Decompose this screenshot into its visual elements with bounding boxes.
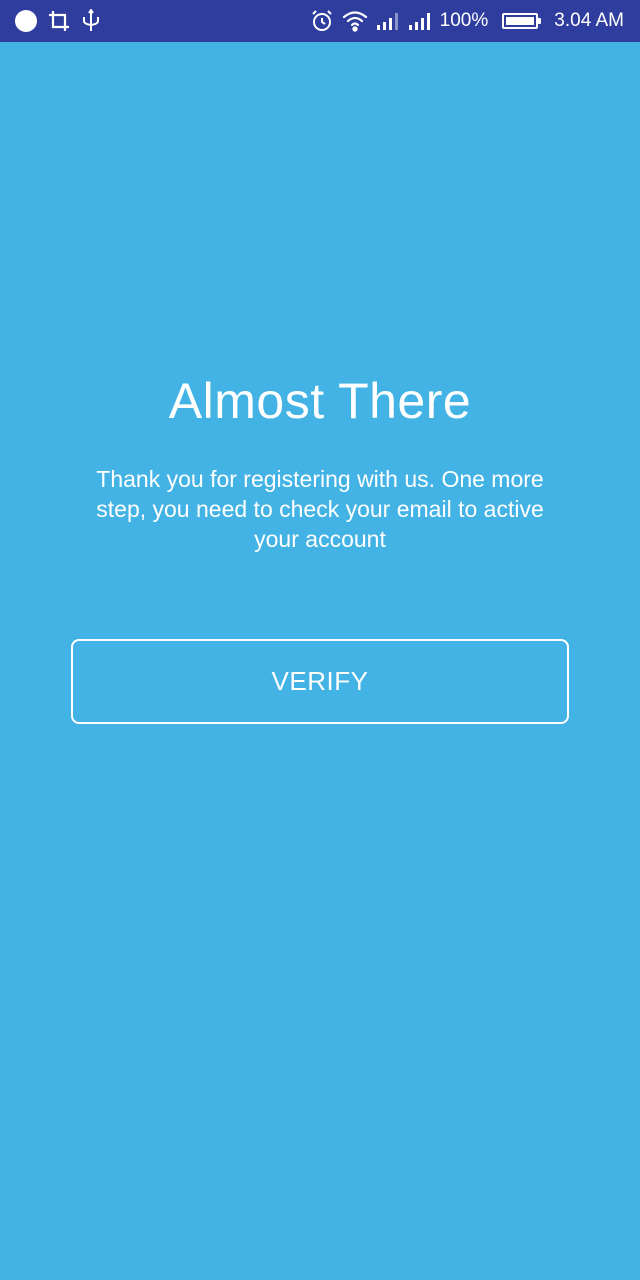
- registration-message: Thank you for registering with us. One m…: [96, 466, 544, 552]
- alarm-icon: [310, 9, 334, 33]
- signal-icon: [408, 11, 432, 31]
- verify-button[interactable]: VERIFY: [71, 639, 569, 724]
- usb-icon: [80, 9, 102, 33]
- record-dot-icon: [14, 9, 38, 33]
- signal-icon: [376, 11, 400, 31]
- page-title: Almost There: [168, 373, 472, 429]
- battery-fill: [506, 17, 535, 25]
- status-right-icons: 100% 3.04 AM: [310, 0, 624, 42]
- status-bar: 100% 3.04 AM: [0, 0, 640, 42]
- crop-icon: [48, 10, 70, 32]
- battery-percent: 100%: [439, 10, 489, 31]
- clock: 3.04 AM: [554, 10, 624, 31]
- status-left-icons: [14, 0, 102, 42]
- wifi-icon: [342, 10, 368, 32]
- battery-icon: [502, 13, 542, 29]
